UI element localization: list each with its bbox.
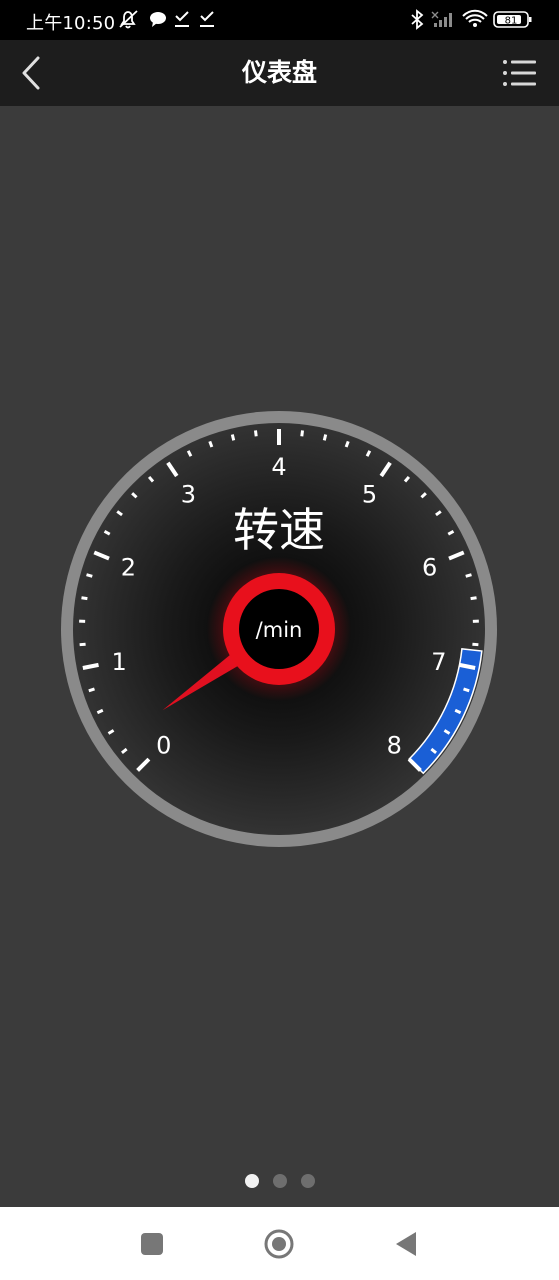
page-dot-2[interactable]	[272, 1174, 287, 1188]
list-menu-icon[interactable]	[500, 57, 540, 89]
check-download-icon	[200, 11, 214, 27]
gauge-title: 转速	[233, 503, 325, 557]
scale-label: 3	[181, 480, 196, 508]
page-indicator	[0, 1174, 559, 1192]
minor-tick	[465, 573, 472, 578]
bluetooth-icon	[411, 9, 424, 30]
scale-label: 6	[422, 554, 437, 582]
page-dot-3[interactable]	[300, 1174, 315, 1188]
battery-level: 81	[505, 16, 518, 27]
muted-bell-icon	[119, 10, 138, 29]
minor-tick	[208, 440, 214, 448]
minor-tick	[463, 687, 470, 693]
rpm-gauge: 0 1 2 3 4 5 6 7 8 转速 /min	[0, 390, 559, 870]
status-time: 上午10:50	[26, 13, 116, 34]
scale-label: 1	[111, 648, 126, 676]
page-dot-1[interactable]	[244, 1174, 259, 1188]
status-left-icons	[119, 10, 214, 29]
status-right-icons: 81	[411, 9, 532, 30]
scale-label: 5	[362, 480, 377, 508]
app-bar: 仪表盘	[0, 40, 559, 106]
minor-tick	[230, 434, 236, 441]
gauge-unit: /min	[256, 618, 303, 642]
page-title: 仪表盘	[241, 58, 317, 87]
minor-tick	[254, 430, 258, 437]
minor-tick	[81, 596, 88, 601]
square-recents-icon[interactable]	[136, 1228, 168, 1260]
scale-label: 7	[431, 648, 446, 676]
minor-tick	[470, 596, 477, 601]
scale-label: 0	[156, 731, 171, 759]
check-download-icon	[175, 11, 189, 27]
circle-home-icon[interactable]	[263, 1228, 295, 1260]
scale-label: 2	[121, 554, 136, 582]
minor-tick	[322, 434, 328, 441]
status-bar: 上午10:50 81	[0, 0, 559, 40]
scale-label: 8	[387, 731, 402, 759]
system-nav-bar	[0, 1207, 559, 1280]
minor-tick	[300, 430, 304, 437]
scale-label: 4	[271, 453, 286, 481]
triangle-back-icon[interactable]	[390, 1228, 422, 1260]
minor-tick	[344, 440, 350, 448]
minor-tick	[88, 687, 95, 693]
minor-tick	[86, 573, 93, 578]
gauge-dial: 0 1 2 3 4 5 6 7 8 转速 /min	[61, 411, 497, 847]
wifi-icon	[462, 9, 488, 27]
signal-icon	[431, 11, 452, 27]
chat-bubble-icon	[150, 12, 166, 27]
